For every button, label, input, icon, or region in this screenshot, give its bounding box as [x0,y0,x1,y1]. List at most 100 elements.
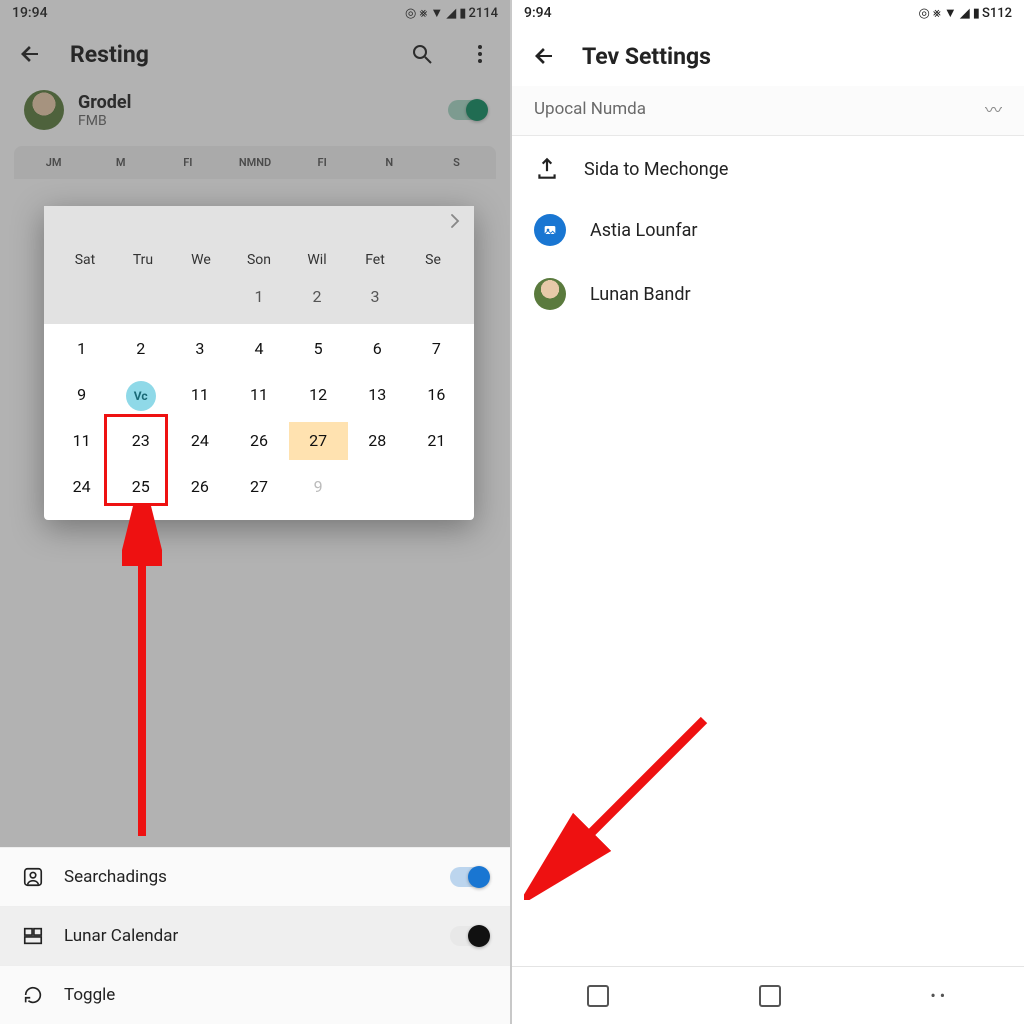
toggle-switch[interactable] [450,867,488,887]
list-item-mechonge[interactable]: Sida to Mechonge [512,140,1024,198]
dow-cell: Tru [114,252,172,268]
nav-home-button[interactable] [759,985,781,1007]
calendar-day-cell[interactable]: 9 [52,376,111,414]
back-button[interactable] [526,38,562,74]
week-strip: JM M FI NMND FI N S [14,146,496,179]
calendar-day-cell[interactable]: 13 [348,376,407,414]
profile-row[interactable]: Grodel FMB [0,82,510,142]
calendar-day-cell [172,278,230,316]
settings-list-right: Sida to Mechonge Astia Lounfar Lunan Ban… [512,136,1024,326]
search-button[interactable] [404,36,440,72]
calendar-header: Sat Tru We Son Wil Fet Se 123 [44,206,474,324]
calendar-day-cell[interactable]: 11 [52,422,111,460]
avatar [534,278,566,310]
list-item-bandr[interactable]: Lunan Bandr [512,262,1024,326]
list-item-label: Sida to Mechonge [584,159,728,180]
nav-recent-button[interactable] [587,985,609,1007]
calendar-day-cell[interactable]: 3 [346,278,404,316]
wifi-icon: ▼ [944,5,957,21]
list-item-lounfar[interactable]: Astia Lounfar [512,198,1024,262]
refresh-icon [22,984,44,1006]
calendar-day-cell[interactable]: 12 [289,376,348,414]
calendar-day-cell[interactable]: 27 [289,422,348,460]
calendar-day-cell [348,468,407,506]
calendar-dow-row: Sat Tru We Son Wil Fet Se [56,252,462,278]
settings-row-label: Lunar Calendar [64,926,178,946]
signal-icon: ◢ [960,6,970,21]
settings-row-searchadings[interactable]: Searchadings [0,847,510,906]
battery-icon: ▮ [459,6,466,21]
calendar-day-cell[interactable]: 2 [111,330,170,368]
calendar-day-cell[interactable]: 4 [229,330,288,368]
calendar-day-cell[interactable]: 16 [407,376,466,414]
calendar-day-cell[interactable]: 3 [170,330,229,368]
status-time: 19:94 [12,5,48,21]
calendar-day-cell[interactable]: Vc [111,376,170,414]
calendar-day-cell [114,278,172,316]
calendar-day-cell [407,468,466,506]
week-strip-cell: N [356,156,423,169]
appbar-left: Resting [0,26,510,82]
week-strip-cell: NMND [221,156,288,169]
back-button[interactable] [12,36,48,72]
toggle-switch[interactable] [450,926,488,946]
calendar-day-cell[interactable]: 24 [52,468,111,506]
dow-cell: Sat [56,252,114,268]
nosignal-icon: ⨳ [419,6,427,21]
dow-cell: Se [404,252,462,268]
dow-cell: Fet [346,252,404,268]
overflow-button[interactable] [462,36,498,72]
settings-row-label: Toggle [64,985,115,1005]
calendar-day-cell[interactable]: 11 [229,376,288,414]
nav-back-button[interactable]: •• [930,986,949,1005]
phone-left: 19:94 ◎ ⨳ ▼ ◢ ▮ 2114 Resting Grodel [0,0,512,1024]
calendar-day-cell [56,278,114,316]
profile-name: Grodel [78,92,434,113]
phone-right: 9:94 ◎ ⨳ ▼ ◢ ▮ S112 Tev Settings Upocal … [512,0,1024,1024]
calendar-day-cell[interactable]: 28 [348,422,407,460]
subheader-label: Upocal Numda [534,99,646,119]
dow-cell: We [172,252,230,268]
status-right: ◎ ⨳ ▼ ◢ ▮ S112 [919,5,1012,21]
status-bar-left: 19:94 ◎ ⨳ ▼ ◢ ▮ 2114 [0,0,510,26]
calendar-day-cell[interactable]: 5 [289,330,348,368]
status-bar-right: 9:94 ◎ ⨳ ▼ ◢ ▮ S112 [512,0,1024,26]
calendar-day-cell[interactable]: 6 [348,330,407,368]
list-item-label: Lunan Bandr [590,284,691,305]
settings-row-label: Searchadings [64,867,167,887]
calendar-day-cell[interactable]: 7 [407,330,466,368]
signal-icon: ◢ [446,6,456,21]
calendar-day-cell[interactable]: 1 [230,278,288,316]
annotation-rect [104,414,168,506]
status-battery-text: S112 [982,6,1012,21]
settings-row-lunar-calendar[interactable]: Lunar Calendar [0,906,510,965]
calendar-day-cell[interactable]: 11 [170,376,229,414]
system-navbar: •• [512,966,1024,1024]
calendar-day-cell[interactable]: 26 [229,422,288,460]
profile-sublabel: FMB [78,113,434,129]
appbar-right: Tev Settings [512,26,1024,86]
calendar-day-cell[interactable]: 24 [170,422,229,460]
calendar-day-cell[interactable]: 27 [229,468,288,506]
week-strip-cell: FI [289,156,356,169]
calendar-day-cell[interactable]: 1 [52,330,111,368]
person-box-icon [22,866,44,888]
settings-row-toggle[interactable]: Toggle [0,965,510,1024]
status-battery-text: 2114 [468,6,498,21]
nosignal-icon: ⨳ [933,6,941,21]
chevron-right-icon[interactable] [446,212,464,230]
calendar-day-cell[interactable]: 21 [407,422,466,460]
appbar-title: Tev Settings [582,43,711,70]
appbar-title: Resting [70,41,149,68]
profile-toggle[interactable] [448,100,486,120]
avatar [24,90,64,130]
subheader: Upocal Numda 〰 [512,86,1024,136]
target-icon: ◎ [405,6,416,21]
layout-icon [22,925,44,947]
calendar-day-cell[interactable]: 2 [288,278,346,316]
status-right: ◎ ⨳ ▼ ◢ ▮ 2114 [405,5,498,21]
battery-icon: ▮ [973,6,980,21]
calendar-day-cell[interactable]: 9 [289,468,348,506]
dow-cell: Wil [288,252,346,268]
calendar-day-cell[interactable]: 26 [170,468,229,506]
